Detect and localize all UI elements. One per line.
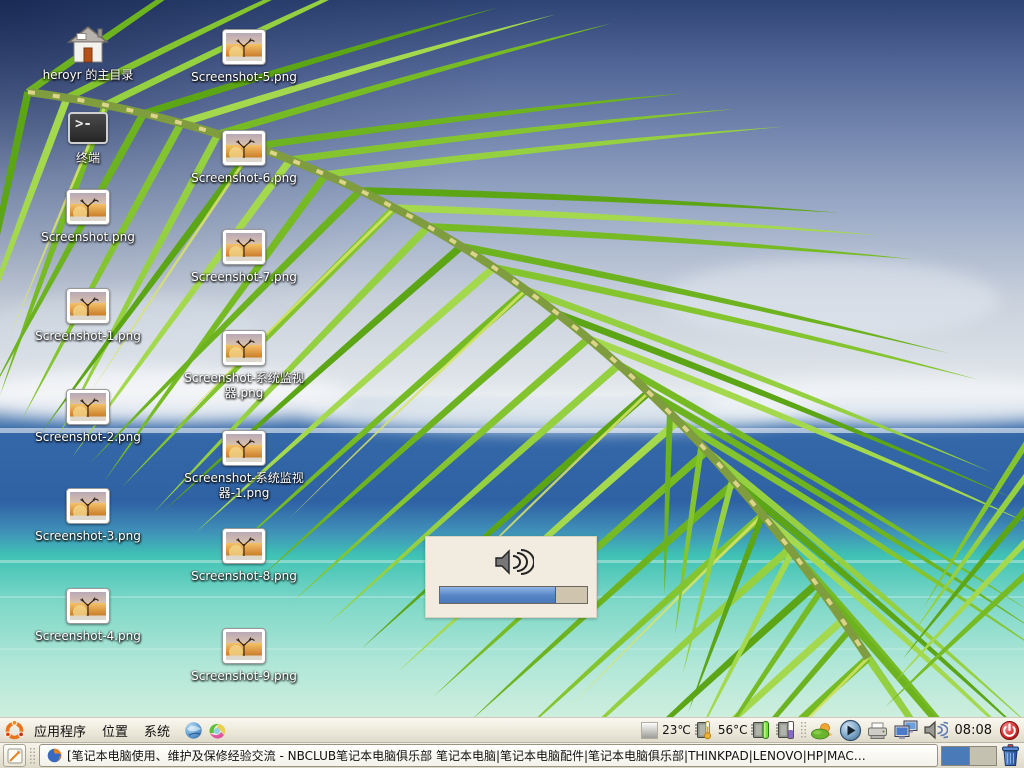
desktop-icon-screenshot[interactable]: Screenshot.png	[13, 186, 163, 245]
tasklist-drag-handle[interactable]	[29, 747, 36, 765]
browser-globe-icon[interactable]	[183, 720, 204, 741]
desktop: heroyr 的主目录 >- 终端 Screenshot.png Screens…	[0, 0, 1024, 768]
desktop-icon-label: Screenshot-1.png	[35, 329, 141, 344]
taskbar-window-button[interactable]: [笔记本电脑使用、维护及保修经验交流 - NBCLUB笔记本电脑俱乐部 笔记本电…	[39, 744, 938, 767]
desktop-icon-screenshot-sysmonitor-1[interactable]: Screenshot-系统监视器-1.png	[169, 427, 319, 501]
clock-applet[interactable]: 08:08	[955, 723, 992, 738]
desktop-icon-label: Screenshot-9.png	[191, 669, 297, 684]
image-thumbnail-icon	[222, 127, 266, 169]
chip-thermometer-icon	[693, 720, 714, 740]
desktop-icon-label: 终端	[76, 151, 100, 166]
workspace-switcher[interactable]	[941, 746, 997, 766]
dual-monitors-icon[interactable]	[893, 719, 919, 741]
temperature-value-2: 56°C	[718, 723, 748, 737]
image-thumbnail-icon	[222, 26, 266, 68]
image-thumbnail-icon	[222, 525, 266, 567]
workspace-2[interactable]	[969, 747, 997, 765]
desktop-icon-label: Screenshot-2.png	[35, 430, 141, 445]
play-button-icon[interactable]	[839, 719, 862, 742]
cpu-meter-applet[interactable]	[641, 722, 658, 739]
firefox-icon	[47, 748, 62, 763]
image-thumbnail-icon	[222, 226, 266, 268]
launcher-swirl-icon[interactable]	[206, 720, 228, 741]
desktop-icon-screenshot-9[interactable]: Screenshot-9.png	[169, 625, 319, 684]
menu-system[interactable]: 系统	[137, 718, 177, 743]
desktop-icon-label: Screenshot-系统监视器.png	[177, 371, 311, 401]
desktop-icon-screenshot-sysmonitor[interactable]: Screenshot-系统监视器.png	[169, 327, 319, 401]
desktop-icon-label: Screenshot-4.png	[35, 629, 141, 644]
volume-progressbar	[439, 586, 588, 604]
home-icon	[67, 24, 109, 66]
desktop-icon-screenshot-2[interactable]: Screenshot-2.png	[13, 386, 163, 445]
speaker-icon	[488, 547, 534, 577]
temperature-value-1: 23℃	[662, 723, 691, 737]
desktop-icon-label: Screenshot-系统监视器-1.png	[177, 471, 311, 501]
image-thumbnail-icon	[222, 327, 266, 369]
volume-progress-fill	[440, 587, 556, 603]
desktop-icon-screenshot-7[interactable]: Screenshot-7.png	[169, 226, 319, 285]
volume-tray-icon[interactable]	[923, 720, 948, 740]
taskbar-window-title: [笔记本电脑使用、维护及保修经验交流 - NBCLUB笔记本电脑俱乐部 笔记本电…	[67, 747, 866, 764]
image-thumbnail-icon	[66, 386, 110, 428]
show-desktop-icon	[7, 748, 23, 764]
desktop-icon-screenshot-8[interactable]: Screenshot-8.png	[169, 525, 319, 584]
ubuntu-menu-icon[interactable]	[4, 720, 25, 741]
temperature-applet-2[interactable]: 56°C	[718, 720, 771, 740]
panel-drag-handle[interactable]	[800, 721, 807, 739]
desktop-icon-home-folder[interactable]: heroyr 的主目录	[13, 24, 163, 83]
trash-icon[interactable]	[1000, 744, 1021, 767]
weather-icon[interactable]	[811, 720, 835, 740]
terminal-icon: >-	[68, 107, 108, 149]
desktop-icon-screenshot-1[interactable]: Screenshot-1.png	[13, 285, 163, 344]
desktop-icon-label: Screenshot-7.png	[191, 270, 297, 285]
desktop-icon-terminal[interactable]: >- 终端	[13, 107, 163, 166]
volume-osd	[425, 536, 597, 618]
desktop-icon-label: Screenshot-3.png	[35, 529, 141, 544]
power-button-icon[interactable]	[999, 720, 1020, 741]
image-thumbnail-icon	[222, 427, 266, 469]
image-thumbnail-icon	[66, 485, 110, 527]
desktop-icon-screenshot-4[interactable]: Screenshot-4.png	[13, 585, 163, 644]
desktop-icon-label: Screenshot-8.png	[191, 569, 297, 584]
desktop-icon-label: Screenshot-6.png	[191, 171, 297, 186]
image-thumbnail-icon	[66, 186, 110, 228]
desktop-icon-label: Screenshot.png	[41, 230, 135, 245]
chip-purple-bar-icon	[775, 720, 796, 740]
printer-icon[interactable]	[866, 721, 889, 740]
desktop-icon-screenshot-3[interactable]: Screenshot-3.png	[13, 485, 163, 544]
battery-meter-applet[interactable]	[775, 720, 796, 740]
desktop-icon-screenshot-6[interactable]: Screenshot-6.png	[169, 127, 319, 186]
desktop-icon-label: Screenshot-5.png	[191, 70, 297, 85]
menu-places[interactable]: 位置	[95, 718, 135, 743]
image-thumbnail-icon	[66, 285, 110, 327]
chip-green-bar-icon	[750, 720, 771, 740]
show-desktop-button[interactable]	[3, 744, 26, 767]
workspace-1[interactable]	[942, 747, 969, 765]
desktop-icon-label: heroyr 的主目录	[43, 68, 134, 83]
gnome-panel: 应用程序 位置 系统 23℃	[0, 717, 1024, 742]
menu-applications[interactable]: 应用程序	[27, 718, 93, 743]
desktop-icon-screenshot-5[interactable]: Screenshot-5.png	[169, 26, 319, 85]
taskbar-panel: [笔记本电脑使用、维护及保修经验交流 - NBCLUB笔记本电脑俱乐部 笔记本电…	[0, 742, 1024, 768]
image-thumbnail-icon	[66, 585, 110, 627]
image-thumbnail-icon	[222, 625, 266, 667]
temperature-applet-1[interactable]: 23℃	[662, 720, 714, 740]
